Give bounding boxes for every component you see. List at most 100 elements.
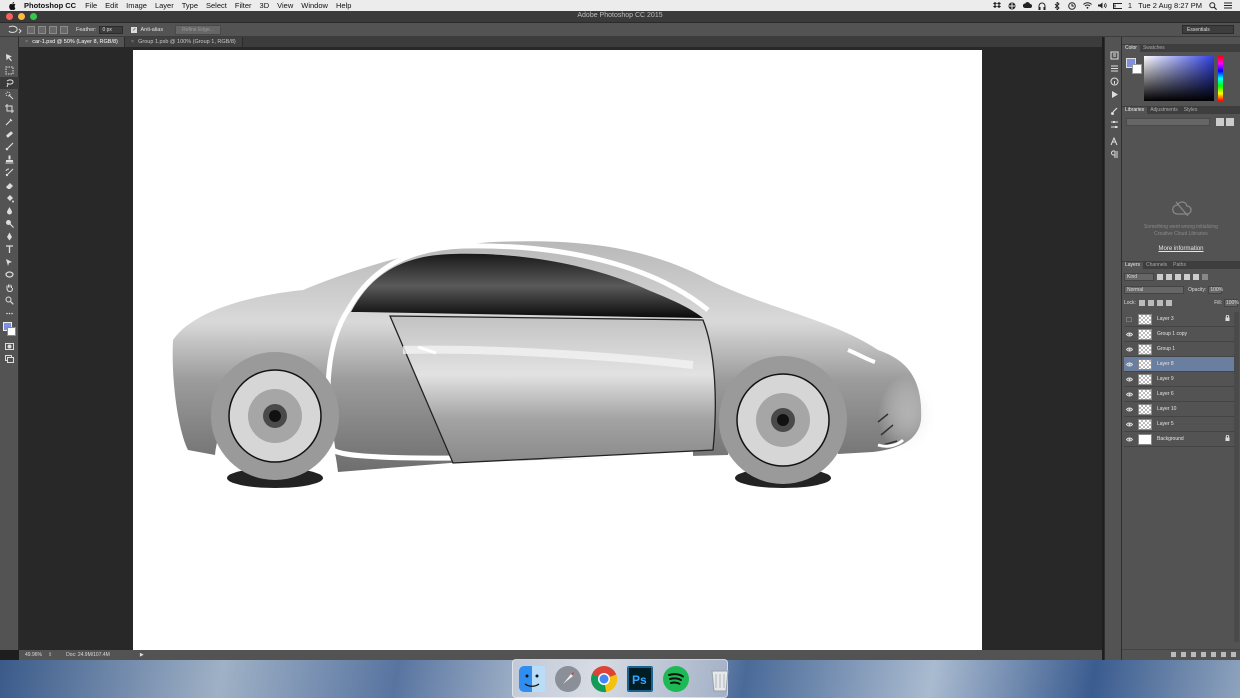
menu-select[interactable]: Select	[206, 1, 227, 10]
chrome-icon[interactable]	[590, 665, 618, 693]
lasso-tool-preset-icon[interactable]	[6, 25, 24, 35]
type-tool-icon[interactable]	[0, 243, 19, 256]
layer-style-icon[interactable]	[1181, 652, 1186, 657]
filter-adjustment-icon[interactable]	[1166, 274, 1172, 280]
antialias-checkbox[interactable]: ✓	[131, 26, 138, 33]
share-icon[interactable]: ⇪	[48, 652, 52, 658]
tab-libraries[interactable]: Libraries	[1122, 107, 1148, 114]
filter-shape-icon[interactable]	[1184, 274, 1190, 280]
close-tab-icon[interactable]: ×	[131, 39, 134, 45]
workspace-select[interactable]: Essentials	[1182, 25, 1234, 34]
history-panel-icon[interactable]	[1105, 49, 1123, 62]
move-tool-icon[interactable]	[0, 51, 19, 64]
opacity-input[interactable]: 100%	[1208, 286, 1223, 294]
more-tools-icon[interactable]	[0, 307, 19, 320]
quick-mask-icon[interactable]	[0, 340, 19, 353]
refine-edge-button[interactable]: Refine Edge...	[175, 24, 221, 35]
menu-app-name[interactable]: Photoshop CC	[24, 1, 76, 10]
apple-icon[interactable]	[9, 1, 16, 10]
bluetooth-icon[interactable]	[1053, 1, 1062, 10]
tab-group-1[interactable]: × Group 1.psb @ 100% (Group 1, RGB/8)	[124, 37, 243, 47]
adjustments-icon[interactable]	[1105, 118, 1123, 131]
menu-image[interactable]: Image	[126, 1, 147, 10]
hand-tool-icon[interactable]	[0, 281, 19, 294]
dropbox-icon[interactable]	[993, 2, 1002, 10]
library-select[interactable]	[1126, 118, 1210, 126]
brush-presets-icon[interactable]	[1105, 105, 1123, 118]
menu-window[interactable]: Window	[301, 1, 328, 10]
paragraph-panel-icon[interactable]	[1105, 148, 1123, 161]
filter-smart-object-icon[interactable]	[1193, 274, 1199, 280]
spotify-icon[interactable]	[662, 665, 690, 693]
brush-tool-icon[interactable]	[0, 141, 19, 154]
subtract-selection-button[interactable]	[49, 25, 57, 34]
extension-icon[interactable]	[1008, 2, 1017, 10]
add-mask-icon[interactable]	[1191, 652, 1196, 657]
cloud-icon[interactable]	[1022, 2, 1032, 10]
filter-type-icon[interactable]	[1175, 274, 1181, 280]
actions-panel-icon[interactable]	[1105, 88, 1123, 101]
menu-layer[interactable]: Layer	[155, 1, 174, 10]
intersect-selection-button[interactable]	[60, 25, 68, 34]
tab-adjustments[interactable]: Adjustments	[1147, 107, 1181, 114]
trash-icon[interactable]	[706, 665, 734, 693]
search-icon[interactable]	[1208, 1, 1217, 10]
tab-paths[interactable]: Paths	[1170, 262, 1189, 269]
clock[interactable]: Tue 2 Aug 8:27 PM	[1138, 1, 1202, 10]
foreground-background-swatches[interactable]	[0, 320, 19, 340]
tab-channels[interactable]: Channels	[1143, 262, 1170, 269]
eyedropper-tool-icon[interactable]	[0, 115, 19, 128]
layer-row[interactable]: Layer 3	[1124, 312, 1234, 327]
menu-help[interactable]: Help	[336, 1, 351, 10]
pen-tool-icon[interactable]	[0, 230, 19, 243]
healing-brush-tool-icon[interactable]	[0, 128, 19, 141]
screen-mode-icon[interactable]	[0, 353, 19, 366]
blend-mode-select[interactable]: Normal	[1124, 286, 1184, 294]
tab-layers[interactable]: Layers	[1122, 262, 1144, 269]
lock-transparent-icon[interactable]	[1138, 300, 1145, 306]
lock-image-icon[interactable]	[1147, 300, 1154, 306]
finder-icon[interactable]	[518, 665, 546, 693]
adjustment-layer-icon[interactable]	[1201, 652, 1206, 657]
visibility-eye-icon[interactable]	[1124, 422, 1134, 427]
document-canvas[interactable]	[133, 50, 982, 650]
visibility-eye-icon[interactable]	[1124, 407, 1134, 412]
visibility-off-icon[interactable]	[1124, 316, 1134, 322]
battery-icon[interactable]	[1112, 2, 1122, 10]
visibility-eye-icon[interactable]	[1124, 437, 1134, 442]
properties-panel-icon[interactable]	[1105, 62, 1123, 75]
visibility-eye-icon[interactable]	[1124, 347, 1134, 352]
new-group-icon[interactable]	[1211, 652, 1216, 657]
visibility-eye-icon[interactable]	[1124, 392, 1134, 397]
hue-slider[interactable]	[1218, 56, 1223, 101]
visibility-eye-icon[interactable]	[1124, 377, 1134, 382]
list-view-icon[interactable]	[1226, 118, 1234, 126]
zoom-level[interactable]: 49.96%	[25, 652, 42, 658]
blur-tool-icon[interactable]	[0, 205, 19, 218]
color-swatches[interactable]	[1126, 58, 1142, 74]
menu-type[interactable]: Type	[182, 1, 198, 10]
link-layers-icon[interactable]	[1171, 652, 1176, 657]
volume-icon[interactable]	[1097, 2, 1107, 10]
layer-row[interactable]: Layer 6	[1124, 387, 1234, 402]
menu-filter[interactable]: Filter	[235, 1, 252, 10]
history-brush-tool-icon[interactable]	[0, 166, 19, 179]
eraser-tool-icon[interactable]	[0, 179, 19, 192]
feather-input[interactable]	[99, 25, 124, 34]
menu-3d[interactable]: 3D	[260, 1, 270, 10]
crop-tool-icon[interactable]	[0, 102, 19, 115]
color-picker-field[interactable]	[1144, 56, 1214, 101]
path-selection-tool-icon[interactable]	[0, 256, 19, 269]
shape-tool-icon[interactable]	[0, 269, 19, 282]
info-panel-icon[interactable]	[1105, 75, 1123, 88]
menu-view[interactable]: View	[277, 1, 293, 10]
wifi-icon[interactable]	[1083, 2, 1092, 10]
quick-selection-tool-icon[interactable]	[0, 89, 19, 102]
filter-kind-select[interactable]: Kind	[1124, 273, 1154, 281]
layer-row[interactable]: Group 1 copy	[1124, 327, 1234, 342]
delete-layer-icon[interactable]	[1231, 652, 1236, 657]
canvas-area[interactable]	[19, 47, 1102, 650]
layer-row[interactable]: Layer 9	[1124, 372, 1234, 387]
menu-edit[interactable]: Edit	[105, 1, 118, 10]
add-selection-button[interactable]	[38, 25, 46, 34]
